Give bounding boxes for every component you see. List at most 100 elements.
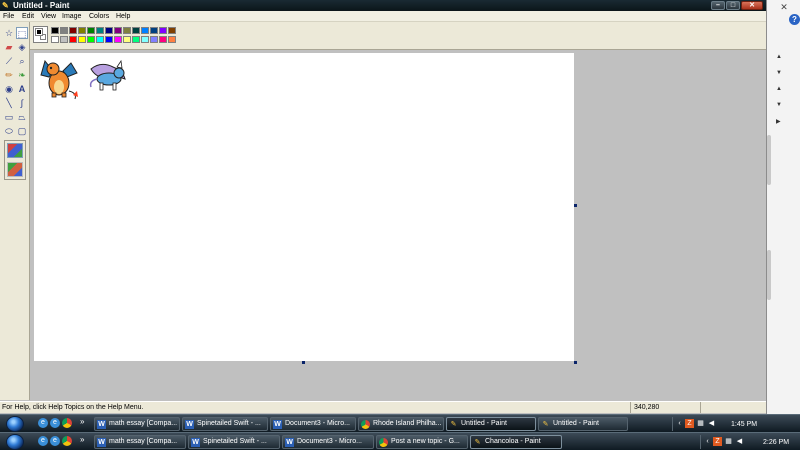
chevron-up-icon[interactable]: ▲ bbox=[776, 54, 782, 60]
polygon-icon[interactable]: ⏢ bbox=[16, 111, 28, 123]
taskbar-button-word-math-2[interactable]: Wmath essay [Compa... bbox=[94, 435, 186, 449]
palette-swatch[interactable] bbox=[69, 27, 77, 34]
fill-bucket-icon[interactable]: ◈ bbox=[16, 41, 28, 53]
ie-icon-2[interactable]: e bbox=[50, 418, 60, 428]
chevron-down-icon-2[interactable]: ▼ bbox=[776, 102, 782, 108]
palette-swatch[interactable] bbox=[141, 36, 149, 43]
palette-swatch[interactable] bbox=[87, 27, 95, 34]
palette-swatch[interactable] bbox=[123, 36, 131, 43]
canvas-area[interactable] bbox=[31, 50, 765, 400]
free-select-icon[interactable]: ☆ bbox=[3, 27, 15, 39]
opaque-option-icon[interactable] bbox=[7, 143, 23, 158]
tray-app-icon[interactable]: Z bbox=[685, 419, 694, 428]
palette-swatch[interactable] bbox=[141, 27, 149, 34]
pencil-icon[interactable]: ✏ bbox=[3, 69, 15, 81]
tray-arrow-icon[interactable]: ‹ bbox=[675, 419, 684, 428]
start-button-2[interactable] bbox=[6, 434, 24, 450]
menu-edit[interactable]: Edit bbox=[22, 12, 34, 21]
transparent-option-icon[interactable] bbox=[7, 162, 23, 177]
rectangle-icon[interactable]: ▭ bbox=[3, 111, 15, 123]
chrome-icon[interactable] bbox=[62, 418, 72, 428]
rect-select-icon[interactable]: ⬚ bbox=[16, 27, 28, 39]
curve-icon[interactable]: ∫ bbox=[16, 97, 28, 109]
palette-swatch[interactable] bbox=[168, 27, 176, 34]
ie-icon-4[interactable]: e bbox=[50, 436, 60, 446]
palette-swatch[interactable] bbox=[159, 36, 167, 43]
taskbar-button-word-doc3-2[interactable]: W Document3 - Micro... bbox=[282, 435, 374, 449]
resize-handle-bottom[interactable] bbox=[302, 361, 305, 364]
palette-swatch[interactable] bbox=[78, 36, 86, 43]
more-icon-2[interactable]: » bbox=[80, 435, 84, 444]
menu-file[interactable]: File bbox=[3, 12, 14, 21]
minimize-button[interactable]: – bbox=[711, 1, 725, 10]
palette-swatch[interactable] bbox=[159, 27, 167, 34]
ie-icon-3[interactable]: e bbox=[38, 436, 48, 446]
airbrush-icon[interactable]: ◉ bbox=[3, 83, 15, 95]
palette-swatch[interactable] bbox=[132, 27, 140, 34]
palette-swatch[interactable] bbox=[51, 36, 59, 43]
color-picker-icon[interactable]: ⟋ bbox=[3, 55, 15, 67]
palette-swatch[interactable] bbox=[60, 27, 68, 34]
magnifier-icon[interactable]: ⌕ bbox=[16, 55, 28, 67]
menu-image[interactable]: Image bbox=[62, 12, 81, 21]
panel-close-icon[interactable]: ✕ bbox=[779, 2, 789, 12]
palette-swatch[interactable] bbox=[150, 36, 158, 43]
taskbar-button-paint[interactable]: ✎ Untitled - Paint bbox=[538, 417, 628, 431]
resize-handle-right[interactable] bbox=[574, 204, 577, 207]
tray-volume-icon[interactable]: ◀ bbox=[707, 419, 716, 428]
palette-swatch[interactable] bbox=[60, 36, 68, 43]
taskbar-button-paint-chancoloa[interactable]: ✎ Chancoloa - Paint bbox=[470, 435, 562, 449]
clock[interactable]: 1:45 PM bbox=[731, 419, 757, 431]
brush-icon[interactable]: ❧ bbox=[16, 69, 28, 81]
palette-swatch[interactable] bbox=[168, 36, 176, 43]
resize-handle-corner[interactable] bbox=[574, 361, 577, 364]
maximize-button[interactable]: □ bbox=[726, 1, 740, 10]
ie-icon[interactable]: e bbox=[38, 418, 48, 428]
palette-swatch[interactable] bbox=[105, 27, 113, 34]
palette-swatch[interactable] bbox=[114, 36, 122, 43]
text-icon[interactable]: A bbox=[16, 83, 28, 95]
chevron-right-icon[interactable]: ▶ bbox=[776, 118, 781, 125]
palette-swatch[interactable] bbox=[150, 27, 158, 34]
taskbar-button-word-swift[interactable]: W Spinetailed Swift - ... bbox=[182, 417, 268, 431]
tray-arrow-icon-2[interactable]: ‹ bbox=[703, 437, 712, 446]
chrome-icon-2[interactable] bbox=[62, 436, 72, 446]
taskbar-button-word-doc3[interactable]: W Document3 - Micro... bbox=[270, 417, 356, 431]
taskbar-button-chrome-2[interactable]: Post a new topic - G... bbox=[376, 435, 468, 449]
menu-help[interactable]: Help bbox=[116, 12, 130, 21]
ellipse-icon[interactable]: ⬭ bbox=[3, 125, 15, 137]
menu-view[interactable]: View bbox=[41, 12, 56, 21]
taskbar-button-word-swift-2[interactable]: W Spinetailed Swift - ... bbox=[188, 435, 280, 449]
tray-network-icon-2[interactable]: ▦ bbox=[724, 437, 733, 446]
chevron-down-icon[interactable]: ▼ bbox=[776, 70, 782, 76]
foreground-color[interactable] bbox=[35, 28, 43, 36]
tray-app-icon-2[interactable]: Z bbox=[713, 437, 722, 446]
palette-swatch[interactable] bbox=[96, 36, 104, 43]
line-icon[interactable]: ╲ bbox=[3, 97, 15, 109]
more-icon[interactable]: » bbox=[80, 417, 84, 426]
palette-swatch[interactable] bbox=[96, 27, 104, 34]
palette-swatch[interactable] bbox=[132, 36, 140, 43]
palette-swatch[interactable] bbox=[123, 27, 131, 34]
palette-swatch[interactable] bbox=[105, 36, 113, 43]
tray-volume-icon-2[interactable]: ◀ bbox=[735, 437, 744, 446]
chevron-up-icon-2[interactable]: ▲ bbox=[776, 86, 782, 92]
tray-network-icon[interactable]: ▦ bbox=[696, 419, 705, 428]
help-icon[interactable]: ? bbox=[789, 14, 800, 25]
palette-swatch[interactable] bbox=[78, 27, 86, 34]
menu-colors[interactable]: Colors bbox=[89, 12, 109, 21]
taskbar-button-chrome[interactable]: Rhode Island Philha... bbox=[358, 417, 444, 431]
taskbar-button-word-math[interactable]: Wmath essay [Compa... bbox=[94, 417, 180, 431]
drawing-canvas[interactable] bbox=[34, 53, 574, 361]
clock-2[interactable]: 2:26 PM bbox=[763, 437, 789, 449]
taskbar-button-paint-active[interactable]: ✎ Untitled - Paint bbox=[446, 417, 536, 431]
panel-grip-top[interactable] bbox=[767, 135, 771, 185]
eraser-icon[interactable]: ▰ bbox=[3, 41, 15, 53]
close-button[interactable]: ✕ bbox=[741, 1, 763, 10]
start-button[interactable] bbox=[6, 416, 24, 432]
palette-swatch[interactable] bbox=[69, 36, 77, 43]
palette-swatch[interactable] bbox=[87, 36, 95, 43]
rounded-rect-icon[interactable]: ▢ bbox=[16, 125, 28, 137]
palette-swatch[interactable] bbox=[114, 27, 122, 34]
palette-swatch[interactable] bbox=[51, 27, 59, 34]
